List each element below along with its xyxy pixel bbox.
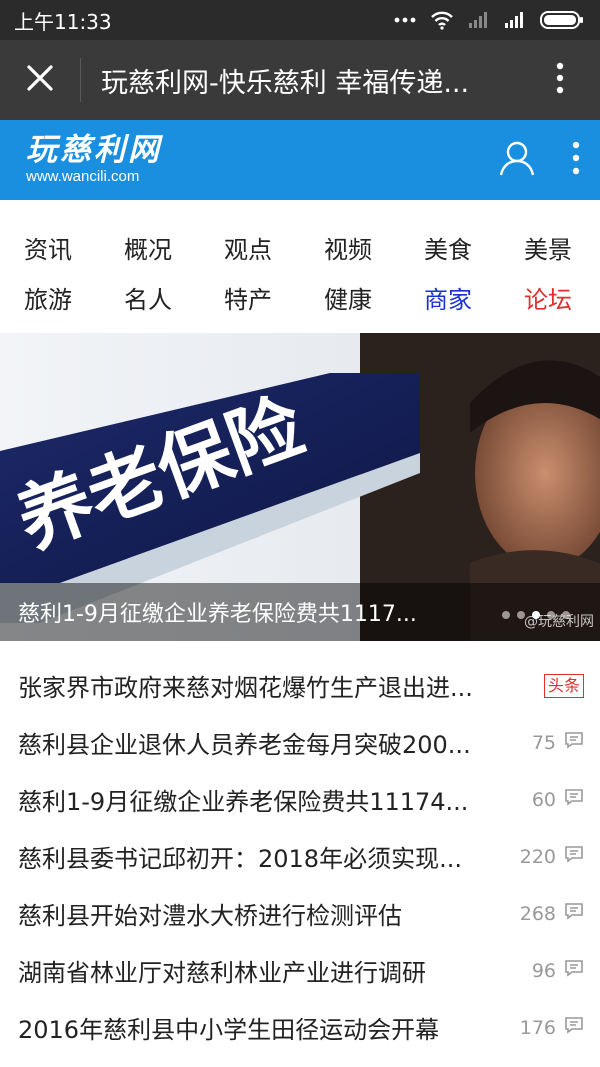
news-meta: 60 — [514, 788, 584, 811]
more-vertical-icon — [556, 62, 564, 98]
category-item-forum[interactable]: 论坛 — [500, 280, 600, 315]
slider-dot[interactable] — [502, 611, 510, 619]
news-list: 张家界市政府来慈对烟花爆竹生产退出进... 头条 慈利县企业退休人员养老金每月突… — [0, 657, 600, 1056]
news-meta: 96 — [514, 959, 584, 982]
battery-icon — [540, 10, 584, 30]
comment-icon — [564, 959, 584, 982]
news-title: 慈利县开始对澧水大桥进行检测评估 — [18, 902, 402, 930]
category-item-celebrities[interactable]: 名人 — [100, 280, 200, 315]
more-menu-button[interactable] — [520, 40, 600, 120]
comment-icon — [564, 845, 584, 868]
news-meta: 75 — [514, 731, 584, 754]
close-button[interactable] — [0, 40, 80, 120]
category-item-scenery[interactable]: 美景 — [500, 230, 600, 265]
news-meta: 176 — [514, 1016, 584, 1039]
comment-icon — [564, 1016, 584, 1039]
site-menu-icon[interactable] — [572, 141, 580, 179]
news-title: 慈利1-9月征缴企业养老保险费共11174... — [18, 788, 469, 816]
comment-icon — [564, 731, 584, 754]
comment-count: 96 — [531, 959, 556, 982]
logo-url: www.wancili.com — [26, 168, 140, 185]
title-bar: 玩慈利网-快乐慈利 幸福传递... — [0, 40, 600, 120]
category-row: 旅游 名人 特产 健康 商家 论坛 — [0, 272, 600, 322]
user-icon[interactable] — [498, 139, 536, 181]
status-time: 上午11:33 — [14, 9, 112, 34]
comment-count: 220 — [519, 845, 556, 868]
status-bar: 上午11:33 — [0, 0, 600, 40]
category-item-video[interactable]: 视频 — [300, 230, 400, 265]
logo-text: 玩慈利网 — [26, 132, 162, 168]
news-meta: 头条 — [514, 673, 584, 698]
category-item-overview[interactable]: 概况 — [100, 230, 200, 265]
comment-count: 176 — [519, 1016, 556, 1039]
category-item-health[interactable]: 健康 — [300, 280, 400, 315]
news-item[interactable]: 慈利县开始对澧水大桥进行检测评估 268 — [0, 885, 600, 942]
category-item-travel[interactable]: 旅游 — [0, 280, 100, 315]
headline-badge: 头条 — [543, 673, 584, 698]
category-item-merchants[interactable]: 商家 — [400, 280, 500, 315]
news-item[interactable]: 慈利县委书记邱初开：2018年必须实现... 220 — [0, 828, 600, 885]
news-title: 慈利县企业退休人员养老金每月突破200... — [18, 731, 471, 759]
category-row: 资讯 概况 观点 视频 美食 美景 — [0, 222, 600, 272]
comment-count: 268 — [519, 902, 556, 925]
news-item[interactable]: 湖南省林业厅对慈利林业产业进行调研 96 — [0, 942, 600, 999]
status-icons — [394, 10, 584, 30]
category-item-opinion[interactable]: 观点 — [200, 230, 300, 265]
news-item[interactable]: 2016年慈利县中小学生田径运动会开幕 176 — [0, 999, 600, 1056]
category-item-food[interactable]: 美食 — [400, 230, 500, 265]
signal-icon-2 — [504, 11, 526, 29]
close-icon — [26, 64, 54, 96]
news-title: 湖南省林业厅对慈利林业产业进行调研 — [18, 959, 426, 987]
comment-count: 60 — [531, 788, 556, 811]
category-nav: 资讯 概况 观点 视频 美食 美景 旅游 名人 特产 健康 商家 论坛 — [0, 200, 600, 314]
news-title: 张家界市政府来慈对烟花爆竹生产退出进... — [18, 674, 473, 702]
site-logo[interactable]: 玩慈利网 www.wancili.com — [26, 133, 162, 187]
comment-icon — [564, 788, 584, 811]
category-item-news[interactable]: 资讯 — [0, 230, 100, 265]
watermark: @玩慈利网 — [524, 614, 594, 630]
signal-icon — [468, 11, 490, 29]
news-item[interactable]: 慈利1-9月征缴企业养老保险费共11174... 60 — [0, 771, 600, 828]
site-header: 玩慈利网 www.wancili.com — [0, 120, 600, 200]
comment-count: 75 — [531, 731, 556, 754]
comment-icon — [564, 902, 584, 925]
category-item-specialties[interactable]: 特产 — [200, 280, 300, 315]
news-title: 慈利县委书记邱初开：2018年必须实现... — [18, 845, 462, 873]
news-item[interactable]: 慈利县企业退休人员养老金每月突破200... 75 — [0, 714, 600, 771]
header-actions — [498, 139, 580, 181]
more-dots-icon — [394, 16, 416, 24]
news-meta: 220 — [514, 845, 584, 868]
news-title: 2016年慈利县中小学生田径运动会开幕 — [18, 1016, 440, 1044]
page-title: 玩慈利网-快乐慈利 幸福传递... — [101, 67, 470, 99]
banner-slider[interactable]: 养老保险 慈利1-9月征缴企业养老保险费共1117... @玩慈利网 — [0, 333, 600, 641]
news-item[interactable]: 张家界市政府来慈对烟花爆竹生产退出进... 头条 — [0, 657, 600, 714]
wifi-icon — [430, 10, 454, 30]
news-meta: 268 — [514, 902, 584, 925]
banner-caption-text: 慈利1-9月征缴企业养老保险费共1117... — [18, 602, 417, 627]
